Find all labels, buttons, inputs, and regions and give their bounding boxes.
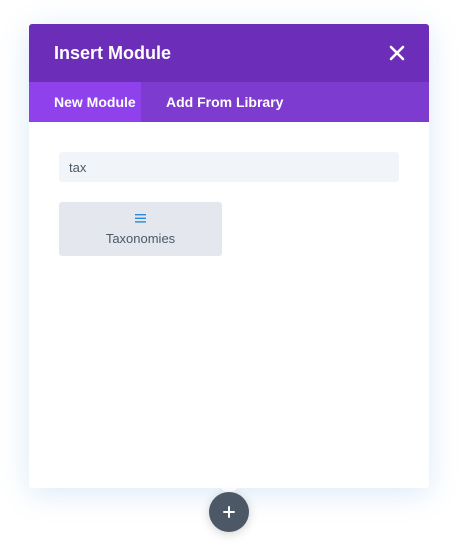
add-module-button[interactable]: [209, 492, 249, 532]
modal-header: Insert Module: [29, 24, 429, 82]
module-card-taxonomies[interactable]: Taxonomies: [59, 202, 222, 256]
modal-tabs: New Module Add From Library: [29, 82, 429, 122]
insert-module-modal: Insert Module New Module Add From Librar…: [29, 24, 429, 488]
modal-title: Insert Module: [54, 43, 172, 63]
module-search-input[interactable]: [59, 152, 399, 182]
tab-new-module[interactable]: New Module: [29, 82, 141, 122]
module-card-label: Taxonomies: [105, 231, 176, 246]
close-button[interactable]: [387, 43, 407, 63]
list-lines-icon: [135, 214, 146, 223]
builder-stage: Insert Module New Module Add From Librar…: [0, 0, 459, 548]
tab-add-from-library[interactable]: Add From Library: [141, 82, 308, 122]
close-icon: [389, 45, 405, 61]
plus-icon: [223, 506, 235, 518]
